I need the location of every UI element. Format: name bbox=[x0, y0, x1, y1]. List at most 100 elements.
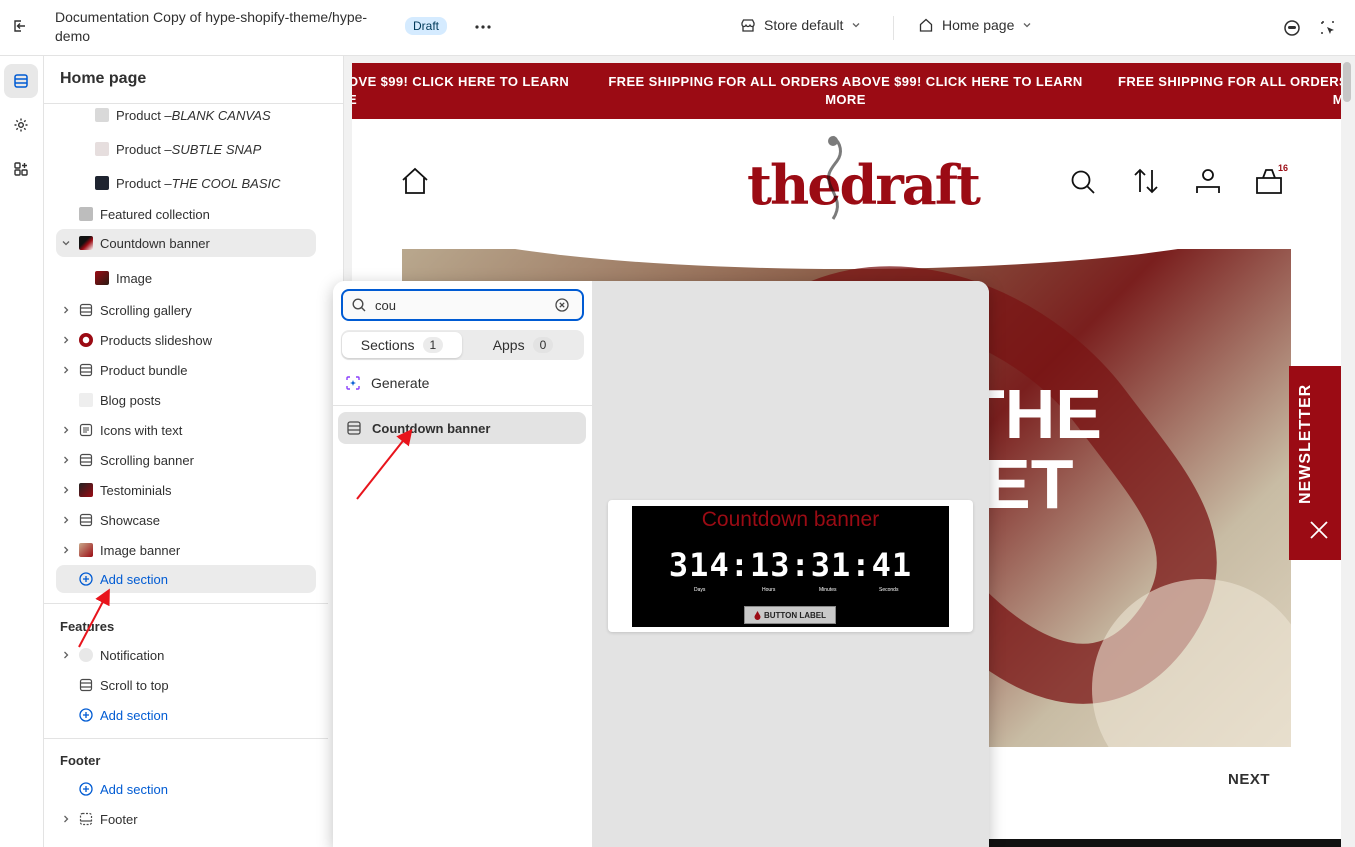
search-input[interactable] bbox=[375, 297, 545, 313]
tab-apps[interactable]: Apps 0 bbox=[463, 332, 583, 358]
newsletter-tab[interactable]: NEWSLETTER bbox=[1289, 366, 1341, 560]
account-icon[interactable] bbox=[1195, 167, 1221, 198]
template-item-prefix: Product – bbox=[116, 175, 172, 191]
add-section-label: Add section bbox=[100, 781, 168, 797]
text-section-icon bbox=[78, 422, 94, 438]
add-section-button[interactable]: Add section bbox=[78, 775, 168, 803]
section-scrolling-banner[interactable]: Scrolling banner bbox=[61, 446, 194, 474]
close-icon[interactable] bbox=[1309, 520, 1329, 543]
search-field[interactable] bbox=[341, 289, 584, 321]
section-thumbnail bbox=[79, 207, 93, 221]
section-blog-posts[interactable]: Blog posts bbox=[78, 386, 161, 414]
section-scrolling-gallery[interactable]: Scrolling gallery bbox=[61, 296, 192, 324]
announcement-text-center: FREE SHIPPING FOR ALL ORDERS ABOVE $99! … bbox=[608, 74, 1083, 107]
clear-icon[interactable] bbox=[554, 297, 570, 313]
page-select[interactable]: Home page bbox=[918, 17, 1032, 33]
search-icon[interactable] bbox=[1070, 169, 1096, 198]
tab-label: Apps bbox=[492, 337, 525, 353]
announcement-line: M bbox=[1332, 92, 1341, 107]
template-item[interactable]: Product – BLANK CANVAS bbox=[94, 101, 271, 129]
chevron-right-icon[interactable] bbox=[61, 814, 71, 824]
tab-count: 0 bbox=[532, 337, 554, 353]
template-item[interactable]: Product – SUBTLE SNAP bbox=[94, 135, 261, 163]
section-thumbnail bbox=[79, 236, 93, 250]
tab-label: Sections bbox=[360, 337, 415, 353]
dragon-logo-mark bbox=[815, 133, 851, 223]
section-countdown-banner[interactable]: Countdown banner bbox=[56, 229, 316, 257]
section-thumbnail bbox=[79, 543, 93, 557]
newsletter-label: NEWSLETTER bbox=[1297, 383, 1314, 504]
sections-icon bbox=[14, 74, 28, 88]
section-thumbnail bbox=[79, 393, 93, 407]
section-showcase[interactable]: Showcase bbox=[61, 506, 160, 534]
chevron-right-icon[interactable] bbox=[61, 515, 71, 525]
template-item-name: THE COOL BASIC bbox=[171, 175, 281, 191]
section-label: Showcase bbox=[100, 512, 160, 528]
section-thumbnail bbox=[79, 333, 93, 347]
announcement-line: E bbox=[352, 92, 358, 107]
add-section-label: Add section bbox=[100, 707, 168, 723]
tab-sections[interactable]: Sections 1 bbox=[342, 332, 462, 358]
add-section-button[interactable]: Add section bbox=[56, 565, 316, 593]
chevron-right-icon[interactable] bbox=[61, 545, 71, 555]
section-label: Blog posts bbox=[100, 392, 161, 408]
store-logo[interactable]: thedraft bbox=[747, 153, 981, 217]
section-label: Image banner bbox=[100, 542, 181, 558]
sort-icon[interactable] bbox=[1132, 167, 1160, 198]
section-image-banner[interactable]: Image banner bbox=[61, 536, 180, 564]
exit-icon[interactable] bbox=[8, 14, 32, 38]
search-result-countdown-banner[interactable]: Countdown banner bbox=[338, 412, 586, 444]
template-item[interactable]: Product – THE COOL BASIC bbox=[94, 169, 281, 197]
section-notification[interactable]: Notification bbox=[61, 641, 164, 669]
section-scroll-to-top[interactable]: Scroll to top bbox=[78, 671, 169, 699]
next-button[interactable]: NEXT bbox=[1228, 771, 1270, 788]
home-icon[interactable] bbox=[400, 167, 430, 198]
gear-icon bbox=[14, 118, 28, 132]
divider bbox=[333, 405, 592, 406]
store-select[interactable]: Store default bbox=[740, 17, 861, 33]
section-products-slideshow[interactable]: Products slideshow bbox=[61, 326, 212, 354]
section-footer[interactable]: Footer bbox=[61, 805, 138, 833]
inspector-icon[interactable] bbox=[1316, 16, 1340, 40]
section-featured-collection[interactable]: Featured collection bbox=[78, 200, 210, 228]
chevron-right-icon[interactable] bbox=[61, 425, 71, 435]
section-icon bbox=[347, 421, 361, 435]
preview-scrollbar[interactable] bbox=[1343, 62, 1351, 102]
announcement-line: OVE $99! CLICK HERE TO LEARN bbox=[352, 74, 570, 89]
store-select-label: Store default bbox=[764, 17, 844, 33]
add-section-button[interactable]: Add section bbox=[78, 701, 168, 729]
generate-button[interactable]: Generate bbox=[345, 375, 429, 391]
apps-rail-button[interactable] bbox=[4, 152, 38, 186]
more-actions-button[interactable] bbox=[475, 16, 491, 34]
countdown-unit: Days bbox=[694, 587, 706, 593]
countdown-unit: Seconds bbox=[879, 587, 899, 593]
document-title: Documentation Copy of hype-shopify-theme… bbox=[55, 9, 368, 44]
product-thumbnail bbox=[95, 108, 109, 122]
announcement-bar[interactable]: OVE $99! CLICK HERE TO LEARN E FREE SHIP… bbox=[352, 63, 1341, 119]
chevron-right-icon[interactable] bbox=[61, 365, 71, 375]
home-icon bbox=[919, 18, 933, 32]
countdown-preview: Countdown banner 314:13:31:41 Days Hours… bbox=[632, 506, 949, 627]
chevron-right-icon[interactable] bbox=[61, 455, 71, 465]
accessibility-icon[interactable] bbox=[1280, 16, 1304, 40]
section-label: Notification bbox=[100, 647, 165, 663]
chevron-down-icon[interactable] bbox=[61, 238, 71, 248]
chevron-right-icon[interactable] bbox=[61, 305, 71, 315]
chevron-right-icon[interactable] bbox=[61, 485, 71, 495]
sparkle-generate-icon bbox=[346, 376, 360, 390]
settings-rail-button[interactable] bbox=[4, 108, 38, 142]
section-label: Footer bbox=[100, 811, 138, 827]
sections-rail-button[interactable] bbox=[4, 64, 38, 98]
chevron-right-icon[interactable] bbox=[61, 335, 71, 345]
section-icon bbox=[78, 512, 94, 528]
section-product-bundle[interactable]: Product bundle bbox=[61, 356, 187, 384]
section-label: Icons with text bbox=[100, 422, 183, 438]
section-label: Product bundle bbox=[100, 362, 188, 378]
section-testimonials[interactable]: Testominials bbox=[61, 476, 172, 504]
template-item-prefix: Product – bbox=[116, 107, 172, 123]
tab-count: 1 bbox=[422, 337, 444, 353]
chevron-right-icon[interactable] bbox=[61, 650, 71, 660]
block-image[interactable]: Image bbox=[94, 264, 152, 292]
section-icons-with-text[interactable]: Icons with text bbox=[61, 416, 182, 444]
countdown-preview-digits: 314:13:31:41 bbox=[668, 546, 913, 584]
